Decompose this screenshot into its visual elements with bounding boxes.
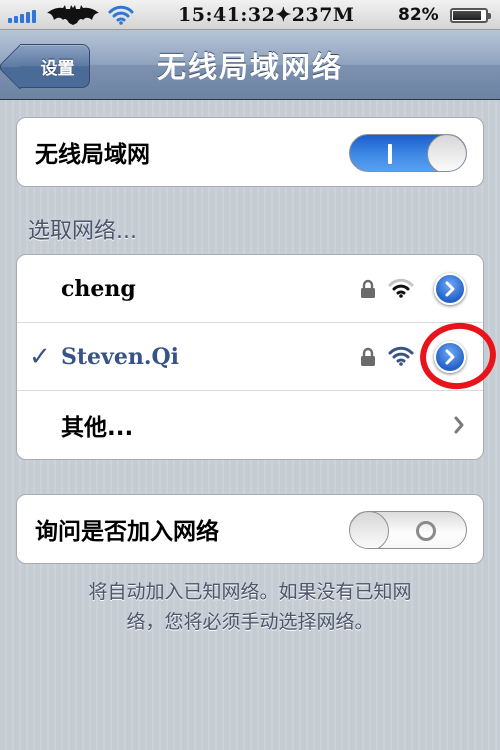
- wifi-toggle-group: 无线局域网: [16, 117, 484, 187]
- choose-network-header: 选取网络...: [28, 219, 137, 244]
- back-button[interactable]: 设置: [20, 44, 90, 88]
- network-details-button[interactable]: [434, 273, 466, 305]
- navigation-bar: 无线局域网络 设置: [0, 30, 500, 100]
- switch-knob[interactable]: [427, 135, 466, 171]
- description-line-1: 将自动加入已知网络。如果没有已知网: [88, 581, 412, 603]
- network-row-steven-qi[interactable]: ✓ Steven.Qi: [17, 323, 483, 391]
- checkmark-icon: ✓: [29, 341, 51, 372]
- network-name: Steven.Qi: [61, 343, 180, 370]
- status-time: 15:41:32✦237M: [178, 4, 355, 26]
- network-row-cheng[interactable]: cheng: [17, 255, 483, 323]
- ask-join-switch[interactable]: [349, 511, 467, 549]
- network-list: cheng ✓ Steven.Qi 其他...: [16, 254, 484, 460]
- ask-join-row: 询问是否加入网络: [17, 495, 483, 563]
- wifi-toggle-row: 无线局域网: [17, 118, 483, 186]
- wifi-toggle-label: 无线局域网: [35, 142, 150, 168]
- lock-icon: [361, 347, 375, 366]
- network-name: cheng: [61, 275, 136, 302]
- chevron-right-icon: [454, 416, 464, 434]
- switch-off-mark-icon: [416, 521, 436, 541]
- switch-on-mark-icon: [388, 144, 392, 164]
- switch-knob[interactable]: [350, 512, 389, 548]
- ask-join-label: 询问是否加入网络: [35, 519, 219, 545]
- wifi-icon: [108, 5, 134, 25]
- wifi-signal-icon: [388, 346, 414, 366]
- network-row-other[interactable]: 其他...: [17, 391, 483, 459]
- wifi-switch[interactable]: [349, 134, 467, 172]
- other-network-label: 其他...: [61, 415, 134, 441]
- battery-icon: [450, 8, 491, 23]
- lock-icon: [361, 279, 375, 298]
- battery-percentage: 82%: [398, 5, 439, 25]
- ask-join-group: 询问是否加入网络: [16, 494, 484, 564]
- ask-join-description: 将自动加入已知网络。如果没有已知网 络，您将必须手动选择网络。: [30, 577, 470, 637]
- signal-strength-icon: [8, 9, 36, 23]
- status-bar: 15:41:32✦237M 82%: [0, 0, 500, 30]
- description-line-2: 络，您将必须手动选择网络。: [126, 611, 374, 633]
- chevron-right-icon: [445, 281, 455, 297]
- wifi-signal-icon: [388, 278, 414, 298]
- bat-logo-icon: [47, 5, 99, 25]
